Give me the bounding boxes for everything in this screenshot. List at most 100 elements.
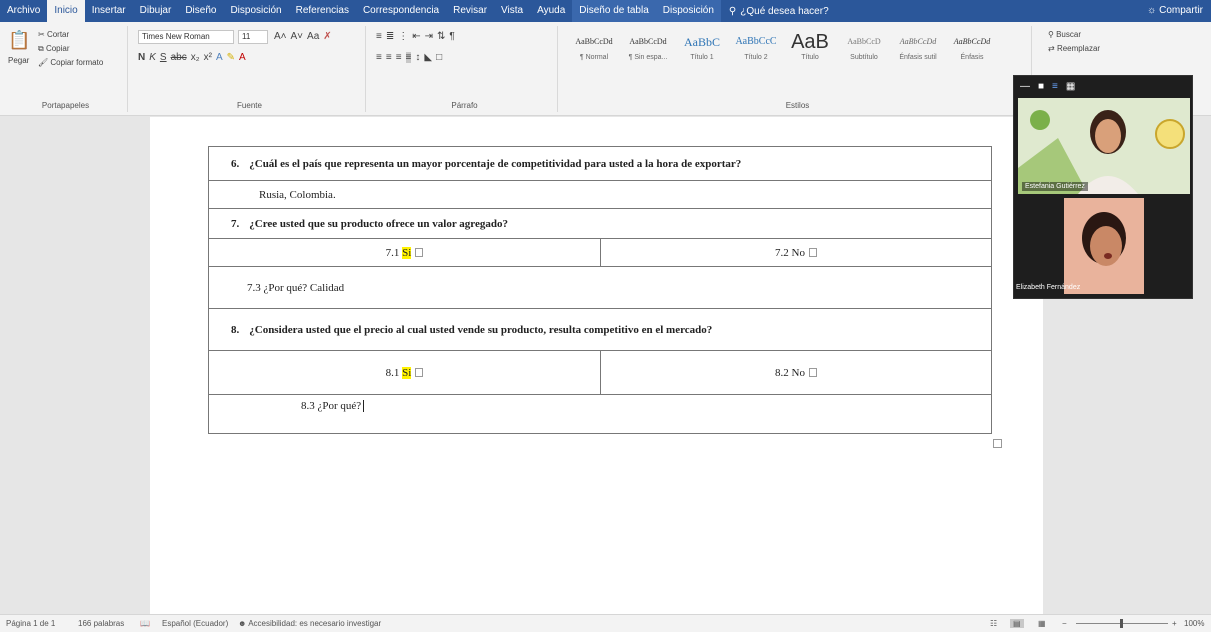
checkbox-icon[interactable]: [808, 368, 817, 377]
language[interactable]: Español (Ecuador): [162, 619, 228, 628]
align-left-icon[interactable]: ≡: [376, 52, 382, 63]
option-8-1[interactable]: 8.1 Si: [209, 351, 600, 394]
option-7-1[interactable]: 7.1 Si: [209, 239, 600, 266]
tab-disposicion-tabla[interactable]: Disposición: [655, 0, 721, 22]
justify-icon[interactable]: ≡: [405, 52, 412, 63]
copy-button[interactable]: ⧉ Copiar: [38, 44, 70, 54]
style-heading-2[interactable]: AaBbCcC Título 2: [730, 30, 782, 70]
italic-icon[interactable]: K: [149, 52, 156, 63]
style-no-spacing[interactable]: AaBbCcDd ¶ Sin espa...: [622, 30, 674, 70]
font-name-combo[interactable]: Times New Roman: [138, 30, 234, 44]
numbering-icon[interactable]: ≣: [386, 31, 394, 42]
zoom-level[interactable]: 100%: [1184, 619, 1204, 628]
paste-button[interactable]: Pegar: [8, 56, 29, 65]
tab-referencias[interactable]: Referencias: [289, 0, 356, 22]
table-resize-handle[interactable]: [993, 439, 1002, 448]
tab-ayuda[interactable]: Ayuda: [530, 0, 572, 22]
format-painter-button[interactable]: 🖌 Copiar formato: [38, 58, 103, 67]
font-color-icon[interactable]: A: [239, 52, 246, 63]
table-row: 8. ¿Considera usted que el precio al cua…: [209, 309, 991, 351]
style-normal[interactable]: AaBbCcDd ¶ Normal: [568, 30, 620, 70]
align-center-icon[interactable]: ≡: [386, 52, 392, 63]
replace-button[interactable]: ⇄ Reemplazar: [1048, 44, 1100, 53]
document-page[interactable]: 6. ¿Cuál es el país que representa un ma…: [150, 117, 1043, 614]
stop-icon[interactable]: ■: [1038, 81, 1044, 92]
highlight-icon[interactable]: ✎: [227, 52, 235, 63]
tab-insertar[interactable]: Insertar: [85, 0, 133, 22]
checkbox-icon[interactable]: [415, 368, 424, 377]
why-8[interactable]: 8.3 ¿Por qué?: [209, 395, 374, 412]
style-subtitle[interactable]: AaBbCcD Subtítulo: [838, 30, 890, 70]
shrink-font-icon[interactable]: A˅: [291, 31, 304, 42]
share-button[interactable]: ☼ Compartir: [1147, 0, 1203, 22]
superscript-icon[interactable]: x²: [204, 52, 212, 63]
tab-disposicion[interactable]: Disposición: [223, 0, 288, 22]
bold-icon[interactable]: N: [138, 52, 145, 63]
checkbox-icon[interactable]: [808, 248, 817, 257]
print-layout-icon[interactable]: ▤: [1010, 619, 1024, 628]
tab-inicio[interactable]: Inicio: [47, 0, 85, 22]
video-tile-1[interactable]: Estefania Gutiérrez: [1018, 98, 1190, 194]
borders-icon[interactable]: □: [436, 52, 442, 63]
pilcrow-icon[interactable]: ¶: [449, 31, 454, 42]
accessibility-status[interactable]: ☻ Accesibilidad: es necesario investigar: [238, 619, 381, 628]
tab-revisar[interactable]: Revisar: [446, 0, 494, 22]
style-title[interactable]: AaB Título: [784, 30, 836, 70]
font-size-combo[interactable]: 11: [238, 30, 268, 44]
question-text: ¿Cree usted que su producto ofrece un va…: [249, 217, 508, 230]
find-button[interactable]: ⚲ Buscar: [1048, 30, 1081, 39]
style-emphasis[interactable]: AaBbCcDd Énfasis: [946, 30, 998, 70]
video-tile-2[interactable]: [1064, 198, 1144, 294]
change-case-icon[interactable]: Aa: [307, 31, 319, 42]
grow-font-icon[interactable]: A˄: [274, 31, 287, 42]
grid-view-icon[interactable]: ▦: [1066, 81, 1075, 92]
tab-diseno[interactable]: Diseño: [178, 0, 223, 22]
video-toolbar: — ■ ≡ ▦: [1014, 76, 1192, 96]
underline-icon[interactable]: S: [160, 52, 167, 63]
paste-icon[interactable]: 📋: [8, 30, 30, 51]
word-count[interactable]: 166 palabras: [78, 619, 124, 628]
style-heading-1[interactable]: AaBbC Título 1: [676, 30, 728, 70]
table-row: 7. ¿Cree usted que su producto ofrece un…: [209, 209, 991, 239]
why-7[interactable]: 7.3 ¿Por qué? Calidad: [209, 267, 354, 308]
tab-vista[interactable]: Vista: [494, 0, 530, 22]
zoom-out-icon[interactable]: −: [1062, 619, 1067, 628]
decrease-indent-icon[interactable]: ⇤: [412, 31, 420, 42]
page-count[interactable]: Página 1 de 1: [6, 619, 55, 628]
clear-format-icon[interactable]: ✗: [323, 31, 331, 42]
tab-diseno-de-tabla[interactable]: Diseño de tabla: [572, 0, 656, 22]
question-6[interactable]: 6. ¿Cuál es el país que representa un ma…: [209, 147, 751, 180]
bullets-icon[interactable]: ≡: [376, 31, 382, 42]
zoom-slider-thumb[interactable]: [1120, 619, 1123, 628]
video-call-panel[interactable]: — ■ ≡ ▦ Estefania Gutiérrez Elizabeth Fe…: [1013, 75, 1193, 299]
option-8-2[interactable]: 8.2 No: [600, 351, 991, 394]
sort-icon[interactable]: ⇅: [437, 31, 445, 42]
zoom-in-icon[interactable]: +: [1172, 619, 1177, 628]
tab-correspondencia[interactable]: Correspondencia: [356, 0, 446, 22]
proofing-icon[interactable]: 📖: [140, 619, 150, 628]
question-8[interactable]: 8. ¿Considera usted que el precio al cua…: [209, 309, 722, 350]
tab-archivo[interactable]: Archivo: [0, 0, 47, 22]
answer-6[interactable]: Rusia, Colombia.: [209, 181, 346, 208]
text-effects-icon[interactable]: A: [216, 52, 223, 63]
minimize-icon[interactable]: —: [1020, 81, 1030, 92]
checkbox-icon[interactable]: [415, 248, 424, 257]
line-spacing-icon[interactable]: ↕: [415, 52, 420, 63]
subscript-icon[interactable]: x₂: [191, 52, 200, 63]
question-7[interactable]: 7. ¿Cree usted que su producto ofrece un…: [209, 209, 518, 238]
focus-icon[interactable]: ☷: [990, 619, 997, 628]
style-subtle-emphasis[interactable]: AaBbCcDd Énfasis sutil: [892, 30, 944, 70]
option-7-2[interactable]: 7.2 No: [600, 239, 991, 266]
shading-icon[interactable]: ◣: [424, 52, 432, 63]
increase-indent-icon[interactable]: ⇥: [425, 31, 433, 42]
pin-icon[interactable]: ≡: [1052, 81, 1058, 92]
table-row: Rusia, Colombia.: [209, 181, 991, 209]
cut-button[interactable]: ✂ Cortar: [38, 30, 69, 39]
strikethrough-icon[interactable]: abc: [171, 52, 187, 63]
tab-dibujar[interactable]: Dibujar: [133, 0, 179, 22]
multilevel-list-icon[interactable]: ⋮: [398, 31, 408, 42]
web-layout-icon[interactable]: ▦: [1038, 619, 1046, 628]
tell-me-box[interactable]: ⚲ ¿Qué desea hacer?: [721, 6, 837, 17]
brush-icon: 🖌: [38, 58, 51, 67]
align-right-icon[interactable]: ≡: [396, 52, 402, 63]
